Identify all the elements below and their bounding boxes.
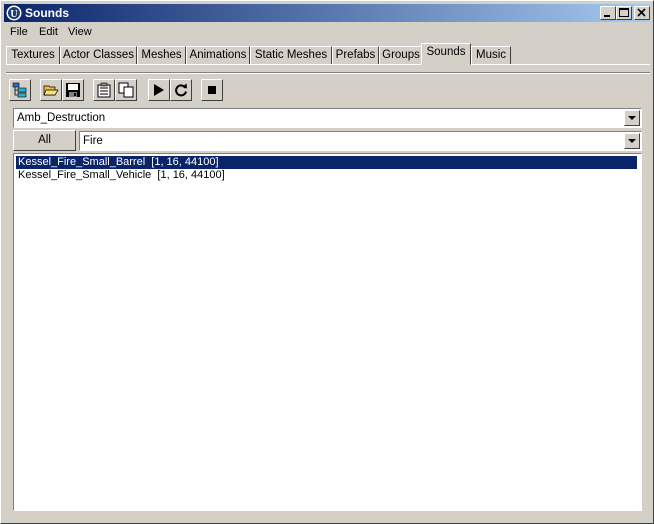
toolbar-separator <box>6 72 650 74</box>
tab-textures[interactable]: Textures <box>6 46 60 65</box>
close-button[interactable] <box>634 6 650 20</box>
tab-meshes[interactable]: Meshes <box>137 46 186 65</box>
minimize-button[interactable] <box>600 6 616 20</box>
list-item[interactable]: Kessel_Fire_Small_Barrel [1, 16, 44100] <box>16 156 637 169</box>
chevron-down-icon <box>628 139 636 143</box>
group-dropdown-button[interactable] <box>624 133 640 149</box>
window-title: Sounds <box>25 6 69 20</box>
tab-music[interactable]: Music <box>471 46 511 65</box>
chevron-down-icon <box>628 116 636 120</box>
group-select-value: Fire <box>83 135 103 147</box>
browser-tabs: Textures Actor Classes Meshes Animations… <box>6 43 650 65</box>
copy-button[interactable] <box>115 79 137 101</box>
svg-text:U: U <box>10 9 17 20</box>
tab-animations[interactable]: Animations <box>186 46 250 65</box>
unreal-app-icon: U <box>6 5 22 21</box>
group-select[interactable]: Fire <box>79 131 642 151</box>
list-item[interactable]: Kessel_Fire_Small_Vehicle [1, 16, 44100] <box>16 169 225 182</box>
tab-static-meshes[interactable]: Static Meshes <box>250 46 332 65</box>
tab-panel-border <box>6 64 650 65</box>
sound-list[interactable]: Kessel_Fire_Small_Barrel [1, 16, 44100] … <box>13 153 642 511</box>
stop-button[interactable] <box>201 79 223 101</box>
menu-edit[interactable]: Edit <box>39 26 58 38</box>
menu-view[interactable]: View <box>68 26 92 38</box>
loop-button[interactable] <box>170 79 192 101</box>
menu-file[interactable]: File <box>10 26 28 38</box>
properties-button[interactable] <box>93 79 115 101</box>
tab-sounds[interactable]: Sounds <box>421 43 471 65</box>
title-bar[interactable]: U Sounds <box>4 4 650 22</box>
tab-actor-classes[interactable]: Actor Classes <box>60 46 137 65</box>
sounds-window: U Sounds File Edit View Textures Actor C… <box>0 0 654 524</box>
package-select-value: Amb_Destruction <box>17 112 106 124</box>
open-button[interactable] <box>40 79 62 101</box>
package-dropdown-button[interactable] <box>624 110 640 126</box>
all-button[interactable]: All <box>13 130 76 151</box>
maximize-button[interactable] <box>616 6 632 20</box>
tab-groups[interactable]: Groups <box>379 46 423 65</box>
tree-view-button[interactable] <box>9 79 31 101</box>
play-button[interactable] <box>148 79 170 101</box>
package-select[interactable]: Amb_Destruction <box>13 108 642 128</box>
tab-prefabs[interactable]: Prefabs <box>332 46 379 65</box>
save-button[interactable] <box>62 79 84 101</box>
